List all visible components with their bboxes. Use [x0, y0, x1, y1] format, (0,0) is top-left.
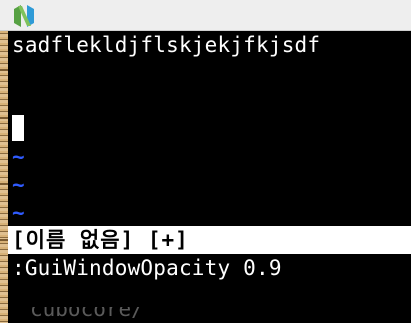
text-cursor [12, 115, 24, 141]
buffer-line-1[interactable]: sadflekldjflskjekjfkjsdf [12, 31, 320, 59]
editor-area[interactable]: sadflekldjflskjekjfkjsdf ~ ~ ~ [이름 없음] [… [8, 31, 411, 323]
status-line-text: [이름 없음] [+] [12, 228, 189, 252]
title-bar[interactable] [0, 0, 411, 31]
status-line: [이름 없음] [+] [8, 226, 411, 254]
command-line[interactable]: :GuiWindowOpacity 0.9 [12, 254, 282, 282]
empty-line-marker: ~ [12, 201, 25, 225]
neovim-logo-icon [14, 5, 34, 27]
neovim-window: sadflekldjflskjekjfkjsdf ~ ~ ~ [이름 없음] [… [0, 0, 411, 323]
empty-line-marker: ~ [12, 173, 25, 197]
background-window-strip: cubocore/ [8, 307, 411, 323]
background-text: cubocore/ [30, 307, 144, 321]
window-left-frame [0, 31, 8, 323]
empty-line-marker: ~ [12, 145, 25, 169]
